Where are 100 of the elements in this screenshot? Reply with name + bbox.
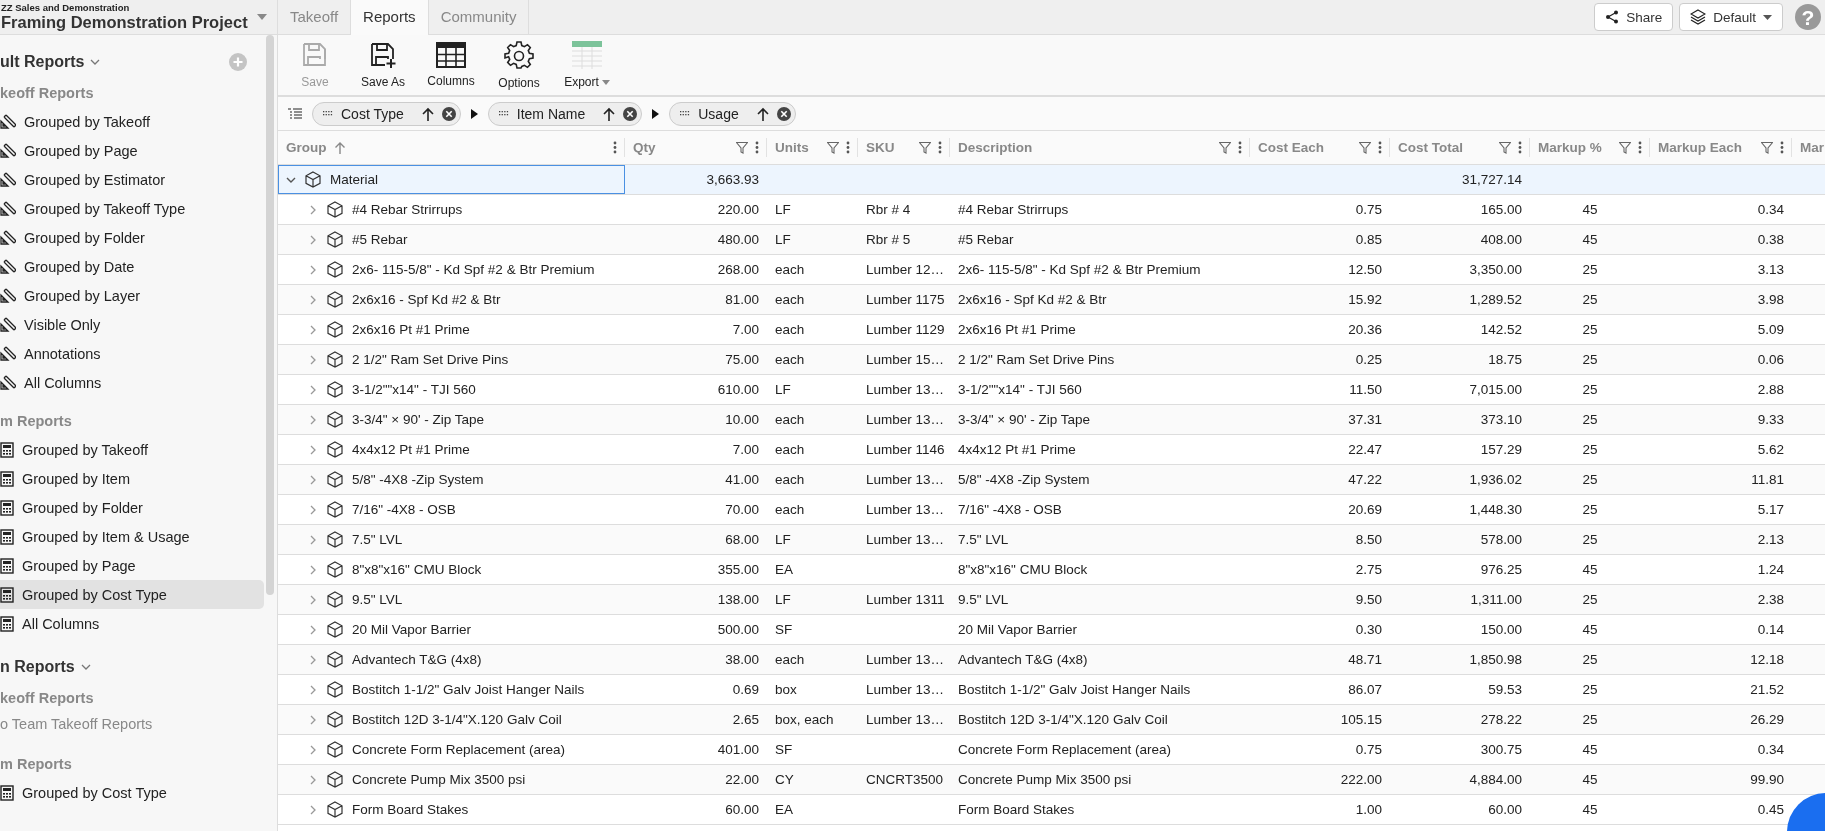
report-item[interactable]: Grouped by Cost Type: [0, 778, 264, 807]
section-title[interactable]: n Reports: [0, 658, 75, 676]
report-item[interactable]: Visible Only: [0, 310, 264, 339]
dropdown-caret-icon[interactable]: [257, 14, 267, 20]
report-item[interactable]: Annotations: [0, 339, 264, 368]
save-as-button[interactable]: Save As: [358, 41, 408, 89]
filter-icon[interactable]: [919, 141, 931, 154]
section-title[interactable]: ult Reports: [0, 53, 85, 71]
chevron-right-icon[interactable]: [308, 594, 318, 605]
group-chip[interactable]: Cost Type: [312, 101, 461, 126]
chevron-right-icon[interactable]: [308, 654, 318, 665]
sku-value: Lumber 1311: [866, 592, 945, 607]
chevron-right-icon[interactable]: [308, 384, 318, 395]
report-item[interactable]: Grouped by Folder: [0, 493, 264, 522]
report-item[interactable]: Grouped by Item & Usage: [0, 522, 264, 551]
report-item[interactable]: Grouped by Page: [0, 551, 264, 580]
chevron-right-icon[interactable]: [308, 234, 318, 245]
chevron-right-icon[interactable]: [308, 444, 318, 455]
cost-each-value: 86.07: [1348, 682, 1382, 697]
sku-value: Lumber 13…: [866, 382, 945, 397]
chevron-right-icon[interactable]: [308, 294, 318, 305]
more-icon[interactable]: [1780, 141, 1784, 154]
group-title: m Reports: [0, 412, 73, 431]
sku-value: Lumber 1129: [866, 322, 945, 337]
more-icon[interactable]: [1378, 141, 1382, 154]
more-icon[interactable]: [1238, 141, 1242, 154]
options-button[interactable]: Options: [494, 40, 544, 90]
filter-icon[interactable]: [736, 141, 748, 154]
chevron-right-icon[interactable]: [308, 534, 318, 545]
project-header[interactable]: ZZ Sales and Demonstration Framing Demonstration Project: [0, 0, 277, 35]
columns-button[interactable]: Columns: [426, 42, 476, 88]
report-item[interactable]: Grouped by Cost Type: [0, 580, 264, 609]
chevron-right-icon[interactable]: [308, 414, 318, 425]
markup-percent-value: 25: [1582, 262, 1598, 277]
chevron-right-icon[interactable]: [308, 504, 318, 515]
report-item[interactable]: Grouped by Estimator: [0, 165, 264, 194]
cube-icon: [327, 801, 343, 818]
sort-up-icon[interactable]: [756, 106, 769, 121]
report-item[interactable]: Grouped by Takeoff: [0, 435, 264, 464]
remove-icon[interactable]: [441, 106, 456, 121]
filter-icon[interactable]: [1761, 141, 1773, 154]
sku-value: Lumber 13…: [866, 652, 945, 667]
filter-icon[interactable]: [1499, 141, 1511, 154]
chevron-right-icon[interactable]: [308, 714, 318, 725]
cost-total-value: 4,884.00: [1469, 772, 1522, 787]
arrow-right-icon: [470, 108, 478, 119]
filter-icon[interactable]: [1219, 141, 1231, 154]
more-icon[interactable]: [1518, 141, 1522, 154]
chevron-right-icon[interactable]: [308, 804, 318, 815]
report-item[interactable]: Grouped by Layer: [0, 281, 264, 310]
more-icon[interactable]: [938, 141, 942, 154]
chevron-right-icon[interactable]: [308, 774, 318, 785]
share-button[interactable]: Share: [1594, 3, 1674, 31]
chevron-right-icon[interactable]: [308, 324, 318, 335]
export-button[interactable]: Export: [562, 41, 612, 89]
sort-up-icon[interactable]: [421, 106, 434, 121]
group-chip[interactable]: Item Name: [487, 101, 643, 126]
remove-icon[interactable]: [776, 106, 791, 121]
column-header[interactable]: Markup %: [1538, 140, 1602, 155]
chevron-right-icon[interactable]: [308, 354, 318, 365]
report-item[interactable]: All Columns: [0, 368, 264, 397]
more-icon[interactable]: [846, 141, 850, 154]
tab[interactable]: Reports: [351, 0, 429, 35]
report-item[interactable]: Grouped by Takeoff: [0, 107, 264, 136]
cube-icon: [327, 351, 343, 368]
report-item[interactable]: Grouped by Folder: [0, 223, 264, 252]
remove-icon[interactable]: [623, 106, 638, 121]
filter-icon[interactable]: [1359, 141, 1371, 154]
report-item[interactable]: Grouped by Takeoff Type: [0, 194, 264, 223]
chevron-right-icon[interactable]: [308, 564, 318, 575]
chevron-down-icon[interactable]: [90, 59, 101, 65]
chip-label: Item Name: [516, 105, 586, 122]
chevron-right-icon[interactable]: [308, 204, 318, 215]
report-item[interactable]: Grouped by Item: [0, 464, 264, 493]
scrollbar-thumb[interactable]: [266, 35, 274, 595]
report-item[interactable]: All Columns: [0, 609, 264, 638]
report-item[interactable]: Grouped by Date: [0, 252, 264, 281]
markup-each-value: 0.34: [1757, 202, 1784, 217]
cost-each-value: 0.75: [1355, 202, 1382, 217]
chevron-right-icon[interactable]: [308, 264, 318, 275]
filter-icon[interactable]: [1619, 141, 1631, 154]
report-item[interactable]: Grouped by Page: [0, 136, 264, 165]
filter-icon[interactable]: [827, 141, 839, 154]
drag-handle-icon: [323, 109, 333, 118]
chevron-down-icon[interactable]: [80, 664, 91, 670]
chevron-right-icon[interactable]: [308, 744, 318, 755]
chevron-right-icon[interactable]: [308, 474, 318, 485]
group-row-cell[interactable]: Material: [278, 165, 625, 194]
more-icon[interactable]: [1638, 141, 1642, 154]
view-dropdown[interactable]: Default: [1679, 3, 1783, 31]
more-icon[interactable]: [755, 141, 759, 154]
more-icon[interactable]: [613, 141, 617, 154]
markup-each-value: 12.18: [1750, 652, 1784, 667]
chevron-right-icon[interactable]: [308, 684, 318, 695]
markup-each-value: 0.06: [1757, 352, 1784, 367]
chevron-right-icon[interactable]: [308, 624, 318, 635]
group-chip[interactable]: Usage: [669, 101, 796, 126]
markup-percent-value: 25: [1582, 592, 1598, 607]
item-name: 7/16" -4X8 - OSB: [352, 502, 456, 517]
sort-up-icon[interactable]: [603, 106, 616, 121]
